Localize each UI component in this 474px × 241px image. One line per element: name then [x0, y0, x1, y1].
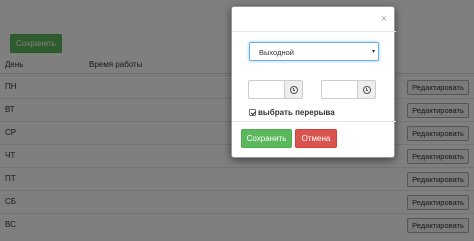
edit-day-modal: × Выходной ▾ выбрать перерыва Сохранить … — [231, 6, 396, 158]
modal-footer-divider — [232, 121, 396, 122]
modal-save-button[interactable]: Сохранить — [241, 129, 292, 148]
modal-header-divider — [232, 31, 396, 32]
start-time-clock-button[interactable] — [284, 80, 303, 99]
clock-icon — [289, 85, 298, 94]
clock-icon — [362, 85, 371, 94]
close-icon[interactable]: × — [379, 14, 389, 25]
modal-cancel-button[interactable]: Отмена — [295, 129, 337, 148]
dropdown-arrow-icon: ▾ — [371, 49, 375, 55]
break-checkbox[interactable] — [249, 109, 256, 116]
end-time-clock-button[interactable] — [357, 80, 376, 99]
start-time-input[interactable] — [248, 80, 284, 99]
end-time-input[interactable] — [321, 80, 357, 99]
day-type-selected-value: Выходной — [259, 48, 294, 57]
break-checkbox-label[interactable]: выбрать перерыва — [258, 108, 335, 117]
day-type-select[interactable]: Выходной ▾ — [249, 42, 379, 61]
